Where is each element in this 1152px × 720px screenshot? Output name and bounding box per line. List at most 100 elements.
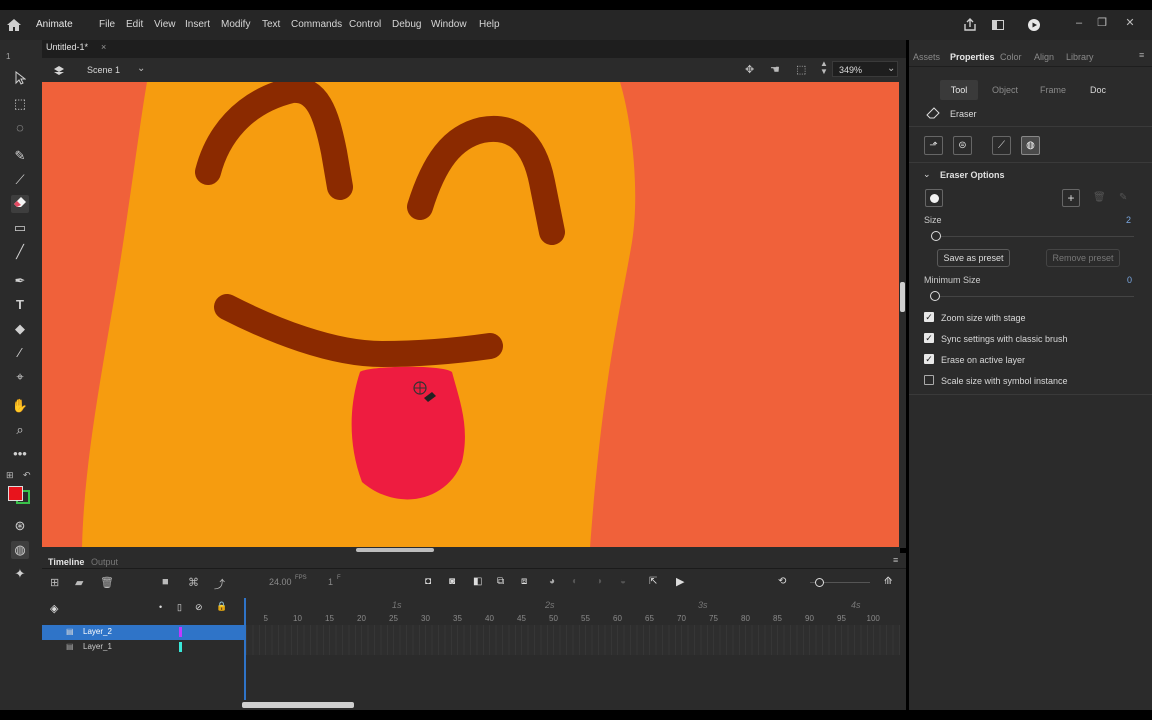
- menu-text[interactable]: Text: [262, 19, 280, 30]
- brush-tool-icon[interactable]: ✎: [11, 147, 29, 165]
- min-size-slider-thumb[interactable]: [930, 291, 940, 301]
- size-value[interactable]: 2: [1126, 215, 1131, 225]
- menu-insert[interactable]: Insert: [185, 19, 210, 30]
- object-drawing-icon[interactable]: ⊛: [11, 517, 29, 535]
- rectangle-tool-icon[interactable]: ▭: [11, 219, 29, 237]
- scene-name[interactable]: Scene 1: [87, 65, 120, 75]
- frame-grid[interactable]: [246, 625, 900, 655]
- subtab-object[interactable]: Object: [984, 80, 1026, 100]
- center-stage-icon[interactable]: ✥: [745, 63, 754, 76]
- share-icon[interactable]: [963, 18, 977, 32]
- close-window-icon[interactable]: ✕: [1123, 16, 1137, 30]
- workspace-icon[interactable]: [991, 18, 1005, 32]
- frame-value[interactable]: 1: [328, 577, 333, 587]
- tab-color[interactable]: Color: [1000, 52, 1022, 62]
- frame-ruler[interactable]: 1s 2s 3s 4s 5 10 15 20 25 30 35 40 45 50 55 60 65 70 7…: [244, 598, 900, 624]
- tween-icon[interactable]: ⧉: [497, 576, 504, 587]
- checkbox-label[interactable]: Zoom size with stage: [941, 313, 1026, 323]
- h-scroll-thumb[interactable]: [356, 548, 434, 552]
- options-title[interactable]: Eraser Options: [940, 170, 1005, 180]
- eraser-type-object-icon[interactable]: ⊜: [953, 136, 972, 155]
- timeline-zoom-thumb[interactable]: [815, 578, 824, 587]
- selection-tool-icon[interactable]: [11, 70, 29, 89]
- magic-wand-icon[interactable]: ✦: [11, 565, 29, 583]
- layer-color-tag[interactable]: [179, 642, 182, 652]
- checkbox-label[interactable]: Erase on active layer: [941, 355, 1025, 365]
- menu-debug[interactable]: Debug: [392, 19, 421, 30]
- hand-tool-icon[interactable]: ✋: [11, 397, 29, 415]
- tab-library[interactable]: Library: [1066, 52, 1094, 62]
- pen-tool-icon[interactable]: ✒: [11, 272, 29, 290]
- checkbox-erase-active-layer[interactable]: ✓: [924, 354, 934, 364]
- tab-output[interactable]: Output: [91, 557, 118, 567]
- save-preset-button[interactable]: Save as preset: [937, 249, 1010, 267]
- more-tools-icon[interactable]: •••: [11, 445, 29, 463]
- insert-blank-keyframe-icon[interactable]: ◙: [449, 576, 455, 587]
- document-tab[interactable]: Untitled-1*: [46, 42, 88, 52]
- subtab-doc[interactable]: Doc: [1080, 80, 1116, 100]
- rotate-stage-icon[interactable]: ☚: [770, 63, 780, 76]
- checkbox-label[interactable]: Scale size with symbol instance: [941, 376, 1068, 386]
- zoom-tool-icon[interactable]: ⌕: [11, 421, 29, 439]
- line-tool-icon[interactable]: ╱: [11, 243, 29, 261]
- stage-canvas[interactable]: [42, 82, 900, 548]
- onion-skin-icon[interactable]: ◕: [549, 576, 555, 587]
- insert-keyframe-icon[interactable]: ◘: [425, 576, 431, 587]
- tab-timeline[interactable]: Timeline: [48, 557, 84, 567]
- new-folder-icon[interactable]: ▰: [75, 576, 83, 589]
- new-layer-icon[interactable]: ⊞: [50, 576, 59, 589]
- layer-name[interactable]: Layer_2: [83, 627, 112, 636]
- checkbox-scale-size[interactable]: [924, 375, 934, 385]
- reset-colors-icon[interactable]: ⊞: [6, 470, 14, 481]
- layer-color-tag[interactable]: [179, 627, 182, 637]
- close-tab-icon[interactable]: ×: [101, 42, 106, 52]
- test-movie-icon[interactable]: [1027, 18, 1041, 32]
- min-size-slider-track[interactable]: [940, 296, 1134, 297]
- lasso-tool-icon[interactable]: ◌: [11, 119, 29, 137]
- chevron-down-icon[interactable]: ⌄: [923, 169, 931, 180]
- timeline-menu-icon[interactable]: ≡: [893, 555, 898, 565]
- paint-brush-tool-icon[interactable]: ⟋: [11, 171, 29, 189]
- home-icon[interactable]: [6, 18, 22, 32]
- eyedropper-tool-icon[interactable]: ⁄: [11, 344, 29, 362]
- eraser-shape-button[interactable]: [925, 189, 943, 207]
- subtab-tool[interactable]: Tool: [940, 80, 978, 100]
- restore-icon[interactable]: ❐: [1095, 16, 1109, 30]
- pin-tool-icon[interactable]: ⌖: [11, 368, 29, 386]
- menu-view[interactable]: View: [154, 19, 176, 30]
- eraser-type-stroke-icon[interactable]: ⬏: [924, 136, 943, 155]
- camera-icon[interactable]: ■: [162, 576, 169, 588]
- hide-layers-icon[interactable]: ⊘: [195, 602, 203, 613]
- menu-edit[interactable]: Edit: [126, 19, 143, 30]
- checkbox-label[interactable]: Sync settings with classic brush: [941, 334, 1068, 344]
- fps-value[interactable]: 24.00: [269, 577, 292, 587]
- text-tool-icon[interactable]: T: [11, 296, 29, 314]
- menu-modify[interactable]: Modify: [221, 19, 250, 30]
- eraser-tool-icon[interactable]: [11, 195, 29, 213]
- layer-name[interactable]: Layer_1: [83, 642, 112, 651]
- export-icon[interactable]: ⇱: [649, 576, 657, 587]
- tab-properties[interactable]: Properties: [950, 52, 995, 62]
- fit-timeline-icon[interactable]: ⟰: [884, 576, 892, 587]
- graph-icon[interactable]: ⤴: [214, 576, 225, 592]
- minimize-icon[interactable]: –: [1072, 16, 1086, 30]
- lock-layers-icon[interactable]: 🔒: [216, 601, 227, 612]
- outline-layers-icon[interactable]: ▯: [177, 602, 182, 613]
- eraser-faucet-icon[interactable]: ⟋: [992, 136, 1011, 155]
- collapse-icon[interactable]: 1: [6, 52, 10, 61]
- size-slider-thumb[interactable]: [931, 231, 941, 241]
- layer-row[interactable]: ▤ Layer_1: [42, 640, 245, 655]
- layer-parenting-icon[interactable]: ⌘: [188, 576, 199, 589]
- layer-row[interactable]: ▤ Layer_2: [42, 625, 245, 640]
- v-scroll-thumb[interactable]: [900, 282, 905, 312]
- zoom-stepper-icon[interactable]: ▲ ▼: [820, 60, 828, 76]
- size-slider-track[interactable]: [940, 236, 1134, 237]
- clip-stage-icon[interactable]: ⬚: [796, 63, 806, 76]
- play-icon[interactable]: ▶: [676, 575, 684, 588]
- add-shape-icon[interactable]: +: [1062, 189, 1080, 207]
- tab-assets[interactable]: Assets: [913, 52, 940, 62]
- panel-menu-icon[interactable]: ≡: [1139, 50, 1144, 60]
- timeline-h-scroll-thumb[interactable]: [242, 702, 354, 708]
- highlight-layers-icon[interactable]: •: [159, 602, 162, 612]
- swap-colors-icon[interactable]: ↶: [23, 470, 31, 481]
